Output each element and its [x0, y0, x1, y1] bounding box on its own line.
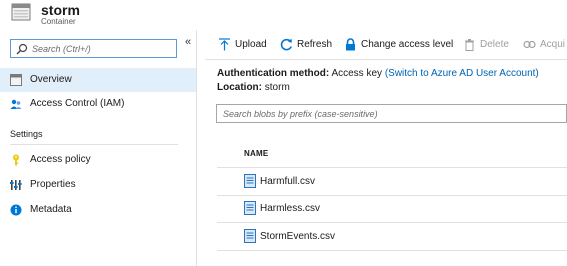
- column-header-name[interactable]: NAME: [244, 149, 268, 158]
- toolbar-divider: [205, 59, 567, 60]
- row-divider: [217, 167, 567, 168]
- file-name: StormEvents.csv: [260, 231, 336, 242]
- blade-header: storm Container: [0, 0, 567, 30]
- file-name: Harmfull.csv: [260, 176, 316, 187]
- upload-icon: [218, 38, 231, 51]
- auth-method-row: Authentication method: Access key (Switc…: [217, 68, 539, 79]
- sidebar-item-access-policy[interactable]: Access policy: [0, 148, 196, 172]
- file-icon: [244, 229, 256, 243]
- table-row[interactable]: Harmfull.csv: [217, 169, 567, 195]
- sidebar-item-label: Access policy: [30, 154, 91, 165]
- settings-section-title: Settings: [10, 129, 43, 139]
- auth-method-value: Access key: [331, 68, 383, 79]
- sidebar-item-label: Metadata: [30, 204, 72, 215]
- refresh-label: Refresh: [297, 39, 333, 50]
- acquire-lease-icon: [523, 38, 536, 51]
- file-icon: [244, 174, 256, 188]
- sidebar-item-label: Overview: [30, 74, 72, 85]
- page-subtitle: Container: [41, 17, 76, 26]
- trash-icon: [463, 38, 476, 51]
- file-icon: [244, 201, 256, 215]
- change-access-level-label: Change access level: [361, 39, 454, 50]
- page-title: storm: [41, 2, 80, 18]
- iam-icon: [10, 98, 22, 110]
- row-divider: [217, 222, 567, 223]
- container-icon: [11, 3, 31, 21]
- sidebar-item-metadata[interactable]: Metadata: [0, 198, 196, 222]
- sidebar-item-properties[interactable]: Properties: [0, 173, 196, 197]
- sidebar-item-overview[interactable]: Overview: [0, 68, 196, 92]
- section-divider: [10, 144, 178, 145]
- collapse-sidebar-button[interactable]: «: [182, 35, 194, 49]
- sidebar-search-input[interactable]: [32, 41, 172, 56]
- location-label: Location:: [217, 82, 262, 93]
- switch-auth-link[interactable]: (Switch to Azure AD User Account): [385, 68, 539, 79]
- sidebar-search[interactable]: [10, 39, 177, 58]
- search-icon: [16, 43, 28, 55]
- upload-label: Upload: [235, 39, 267, 50]
- delete-label: Delete: [480, 39, 509, 50]
- refresh-icon: [280, 38, 293, 51]
- sidebar-item-label: Properties: [30, 179, 76, 190]
- key-icon: [10, 154, 22, 166]
- sidebar-item-iam[interactable]: Access Control (IAM): [0, 92, 196, 116]
- info-icon: [10, 204, 22, 216]
- file-name: Harmless.csv: [260, 203, 321, 214]
- location-row: Location: storm: [217, 82, 290, 93]
- blob-search-input[interactable]: [223, 107, 553, 121]
- overview-icon: [10, 74, 22, 86]
- location-value: storm: [264, 82, 290, 93]
- command-bar: Upload Refresh Change access level Delet…: [198, 30, 567, 60]
- auth-method-label: Authentication method:: [217, 68, 330, 79]
- properties-icon: [10, 179, 22, 191]
- row-divider: [217, 250, 567, 251]
- sidebar: « Overview Access Control (IAM) Settings: [0, 30, 197, 266]
- sidebar-item-label: Access Control (IAM): [30, 98, 125, 109]
- lock-icon: [344, 38, 357, 51]
- blob-search[interactable]: [216, 104, 567, 123]
- table-row[interactable]: StormEvents.csv: [217, 224, 567, 250]
- table-row[interactable]: Harmless.csv: [217, 196, 567, 222]
- acquire-lease-label: Acqui: [540, 39, 566, 50]
